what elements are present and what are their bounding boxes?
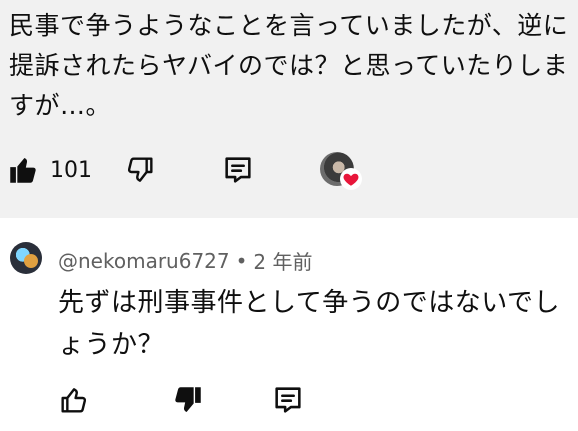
- thumbs-up-filled-icon: [6, 153, 40, 187]
- creator-heart-badge: [320, 152, 362, 192]
- reply-button[interactable]: [216, 148, 260, 192]
- heart-icon-wrap: [340, 168, 362, 190]
- thumbs-up-icon: [58, 384, 90, 416]
- like-count: 101: [50, 158, 92, 183]
- reply-actions: [0, 378, 578, 422]
- reply-like-button[interactable]: [52, 378, 96, 422]
- reply-reply-button[interactable]: [266, 378, 310, 422]
- dislike-button[interactable]: [118, 148, 162, 192]
- comment-icon: [221, 153, 255, 187]
- heart-icon: [342, 170, 360, 188]
- avatar[interactable]: [10, 242, 42, 274]
- reply-dislike-button[interactable]: [166, 378, 210, 422]
- parent-comment-actions: 101: [0, 148, 578, 192]
- reply-meta: @nekomaru6727 • 2 年前: [58, 246, 313, 275]
- parent-comment: 民事で争うようなことを言っていましたが、逆に提訴されたらヤバイのでは？と思ってい…: [0, 0, 578, 218]
- reply-text: 先ずは刑事事件として争うのではないでしょうか？: [58, 288, 560, 360]
- like-button[interactable]: [6, 148, 40, 192]
- parent-comment-text: 民事で争うようなことを言っていましたが、逆に提訴されたらヤバイのでは？と思ってい…: [9, 11, 569, 120]
- reply-time: 2 年前: [253, 250, 313, 274]
- thumbs-down-filled-icon: [171, 383, 205, 417]
- thumbs-down-icon: [124, 154, 156, 186]
- reply-comment: @nekomaru6727 • 2 年前 先ずは刑事事件として争うのではないでし…: [0, 218, 578, 431]
- reply-author[interactable]: @nekomaru6727: [58, 249, 230, 273]
- meta-separator: •: [235, 248, 248, 273]
- comment-icon: [271, 383, 305, 417]
